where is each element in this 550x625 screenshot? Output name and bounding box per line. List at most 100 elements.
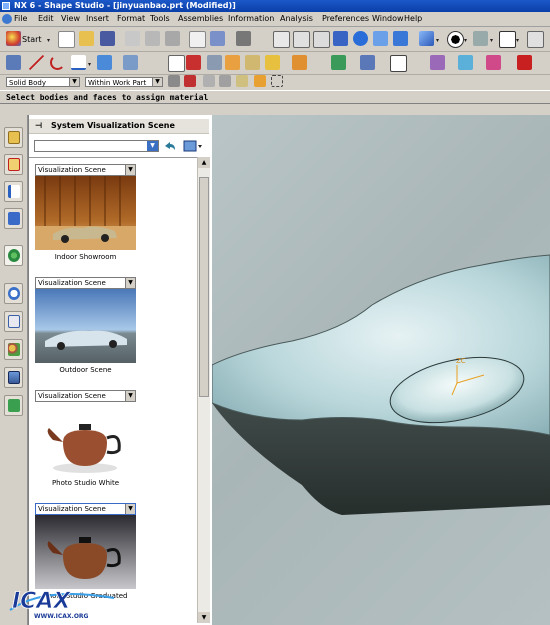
- save-icon[interactable]: [100, 31, 115, 46]
- undo-icon[interactable]: [189, 31, 206, 48]
- display-icon[interactable]: [390, 55, 407, 72]
- system-scenes-tab[interactable]: [4, 367, 23, 388]
- scene-type-select[interactable]: Visualization Scene ▼: [35, 277, 136, 289]
- panel-scrollbar[interactable]: ▲ ▼: [197, 157, 210, 623]
- constraint-navigator-tab[interactable]: [4, 181, 23, 202]
- pan-icon[interactable]: [373, 31, 388, 46]
- selection-scope-select[interactable]: Within Work Part ▼: [85, 77, 163, 87]
- chevron-down-icon: ▼: [125, 391, 135, 401]
- menu-information[interactable]: Information: [228, 14, 274, 24]
- feature-icon[interactable]: [292, 55, 307, 70]
- menu-assemblies[interactable]: Assemblies: [178, 14, 223, 24]
- start-dropdown-icon[interactable]: ▾: [47, 37, 50, 44]
- surface-icon[interactable]: [123, 55, 138, 70]
- snap-point-icon[interactable]: [184, 75, 196, 87]
- scene-type-select[interactable]: Visualization Scene ▼: [35, 164, 136, 176]
- process-studio-tab[interactable]: [4, 395, 23, 416]
- view-mode-icon[interactable]: [183, 140, 203, 152]
- scroll-down-icon[interactable]: ▼: [198, 612, 210, 623]
- arc-icon[interactable]: [50, 55, 65, 70]
- system-materials-tab[interactable]: [4, 245, 23, 266]
- menu-edit[interactable]: Edit: [38, 14, 54, 24]
- background-icon[interactable]: [473, 31, 488, 46]
- select-feature-icon[interactable]: [203, 75, 215, 87]
- curve-dropdown-icon[interactable]: ▾: [88, 61, 91, 68]
- roles-tab[interactable]: [4, 339, 23, 360]
- menu-format[interactable]: Format: [117, 14, 145, 24]
- rendering-style-icon[interactable]: [447, 31, 464, 48]
- revolve-icon[interactable]: [225, 55, 240, 70]
- select-edge-icon[interactable]: [236, 75, 248, 87]
- toolbar-options-icon[interactable]: [527, 31, 544, 48]
- menu-help[interactable]: Help: [404, 14, 422, 24]
- sketch-icon[interactable]: [6, 55, 21, 70]
- lights-icon[interactable]: [458, 55, 473, 70]
- system-materials-list-tab[interactable]: [4, 311, 23, 332]
- extrude-icon[interactable]: [207, 55, 222, 70]
- datum-icon[interactable]: [186, 55, 201, 70]
- scroll-up-icon[interactable]: ▲: [198, 157, 210, 168]
- trim-icon[interactable]: [265, 55, 280, 70]
- menu-insert[interactable]: Insert: [86, 14, 109, 24]
- orient-view-icon[interactable]: [419, 31, 434, 46]
- apply-scene-icon[interactable]: [163, 140, 177, 152]
- photo-studio-white-thumbnail[interactable]: [35, 402, 136, 476]
- open-folder-icon[interactable]: [79, 31, 94, 46]
- blend-icon[interactable]: [245, 55, 260, 70]
- menu-view[interactable]: View: [61, 14, 80, 24]
- scrollbar-thumb[interactable]: [199, 177, 209, 397]
- material-icon[interactable]: [430, 55, 445, 70]
- menu-window[interactable]: Window: [372, 14, 404, 24]
- background-dropdown-icon[interactable]: ▾: [490, 37, 493, 44]
- cut-icon[interactable]: [125, 31, 140, 46]
- studio-spline-icon[interactable]: [97, 55, 112, 70]
- touch-mode-icon[interactable]: [236, 31, 251, 46]
- plane-icon[interactable]: [168, 55, 185, 72]
- repeat-command-icon[interactable]: [210, 31, 225, 46]
- view-layout-icon[interactable]: [499, 31, 516, 48]
- line-icon[interactable]: [29, 55, 44, 70]
- copy-icon[interactable]: [145, 31, 160, 46]
- rendering-style-dropdown-icon[interactable]: ▾: [464, 37, 467, 44]
- spline-icon[interactable]: [71, 55, 86, 70]
- rotate-icon[interactable]: [353, 31, 368, 46]
- scene-search-combo[interactable]: ▼: [34, 140, 159, 152]
- pin-icon[interactable]: ⊣: [35, 119, 42, 133]
- orient-view-dropdown-icon[interactable]: ▾: [436, 37, 439, 44]
- assembly-navigator-tab[interactable]: [4, 127, 23, 148]
- part-navigator-tab[interactable]: [4, 154, 23, 175]
- render-icon[interactable]: [517, 55, 532, 70]
- perspective-icon[interactable]: [393, 31, 408, 46]
- history-tab[interactable]: [4, 283, 23, 304]
- scene-icon[interactable]: [486, 55, 501, 70]
- rectangle-select-icon[interactable]: [271, 75, 283, 87]
- start-button[interactable]: Start: [22, 35, 42, 44]
- menu-analysis[interactable]: Analysis: [280, 14, 313, 24]
- menu-file[interactable]: File: [14, 14, 27, 24]
- scene-type-select[interactable]: Visualization Scene ▼: [35, 503, 136, 515]
- photo-studio-graduated-thumbnail[interactable]: [35, 515, 136, 589]
- zoom-in-out-icon[interactable]: [333, 31, 348, 46]
- paste-icon[interactable]: [165, 31, 180, 46]
- view-layout-dropdown-icon[interactable]: ▾: [516, 37, 519, 44]
- selection-filter-icon[interactable]: [168, 75, 180, 87]
- scene-type-select[interactable]: Visualization Scene ▼: [35, 390, 136, 402]
- select-face-icon[interactable]: [219, 75, 231, 87]
- sections-icon[interactable]: [360, 55, 375, 70]
- menu-tools[interactable]: Tools: [150, 14, 170, 24]
- analysis-icon[interactable]: [331, 55, 346, 70]
- clock-icon: [8, 287, 20, 300]
- outdoor-scene-thumbnail[interactable]: [35, 289, 136, 363]
- menu-system-icon[interactable]: [2, 14, 12, 24]
- type-filter-select[interactable]: Solid Body ▼: [6, 77, 80, 87]
- zoom-window-icon[interactable]: [293, 31, 310, 48]
- menu-preferences[interactable]: Preferences: [322, 14, 369, 24]
- start-icon[interactable]: [6, 31, 21, 46]
- indoor-showroom-thumbnail[interactable]: [35, 176, 136, 250]
- fit-view-icon[interactable]: [273, 31, 290, 48]
- graphics-window[interactable]: ZC: [212, 115, 550, 625]
- new-file-icon[interactable]: [58, 31, 75, 48]
- reuse-library-tab[interactable]: [4, 208, 23, 229]
- zoom-icon[interactable]: [313, 31, 330, 48]
- select-body-icon[interactable]: [254, 75, 266, 87]
